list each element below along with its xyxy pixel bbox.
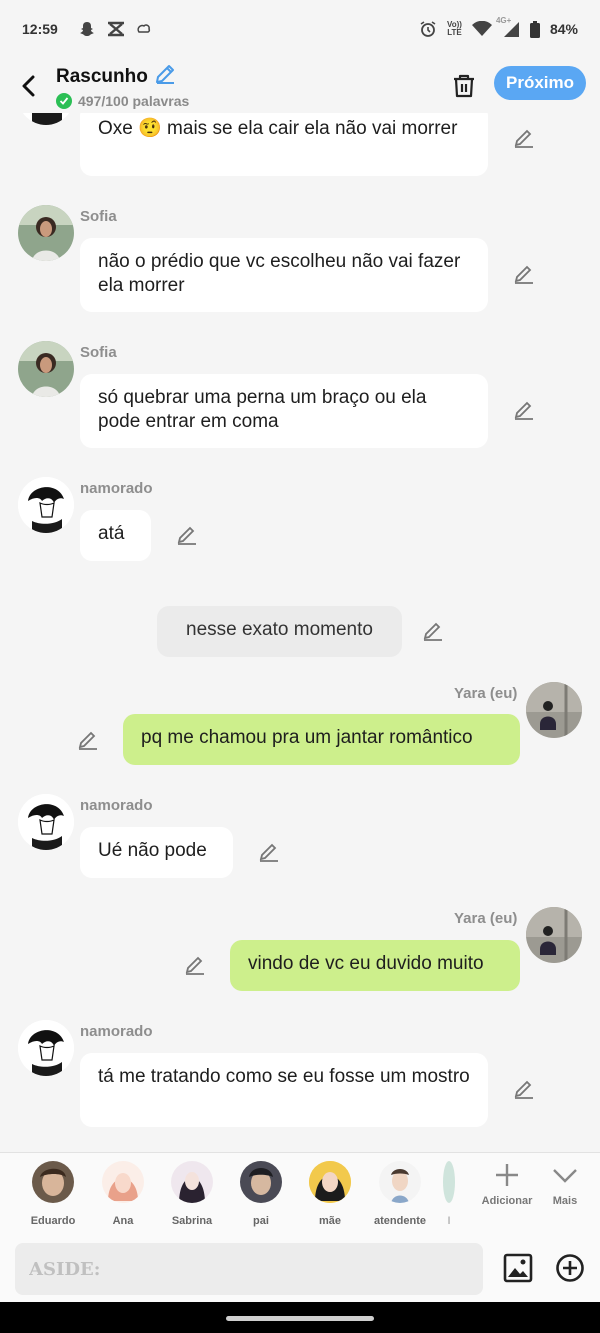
avatar-namorado[interactable] <box>18 794 74 850</box>
character-sabrina[interactable]: Sabrina <box>160 1161 224 1227</box>
next-button[interactable]: Próximo <box>494 66 586 100</box>
word-count: 497/100 palavras <box>78 92 190 109</box>
character-bar: Eduardo Ana Sabrina pai mãe atendente I … <box>0 1152 600 1234</box>
top-bar: Rascunho 497/100 palavras Próximo <box>0 58 600 113</box>
add-button[interactable] <box>554 1252 586 1284</box>
status-time: 12:59 <box>22 21 58 37</box>
avatar <box>443 1161 455 1203</box>
status-bar: 12:59 Vo)) LTE 4G+ 84% <box>0 0 600 58</box>
edit-message-button[interactable] <box>176 524 198 546</box>
character-eduardo[interactable]: Eduardo <box>21 1161 85 1227</box>
wifi-icon <box>471 21 492 37</box>
avatar <box>309 1161 351 1203</box>
character-partial[interactable]: I <box>437 1161 461 1227</box>
edit-message-button[interactable] <box>422 620 444 642</box>
battery-level: 84% <box>549 21 578 37</box>
add-character-button[interactable]: Adicionar <box>477 1161 537 1207</box>
avatar <box>240 1161 282 1203</box>
edit-message-button[interactable] <box>513 263 535 285</box>
sender-name: Yara (eu) <box>454 685 518 702</box>
avatar-yara[interactable] <box>526 907 582 963</box>
sender-name: Yara (eu) <box>454 910 518 927</box>
edit-message-button[interactable] <box>77 729 99 751</box>
message-bubble[interactable]: não o prédio que vc escolheu não vai faz… <box>80 238 488 312</box>
user-message-bubble[interactable]: vindo de vc eu duvido muito <box>230 940 520 991</box>
edit-message-button[interactable] <box>513 1078 535 1100</box>
avatar <box>32 1161 74 1203</box>
image-icon <box>503 1253 533 1283</box>
edit-message-button[interactable] <box>184 954 206 976</box>
pencil-icon <box>177 526 196 545</box>
battery-icon <box>529 20 540 38</box>
trash-icon <box>454 74 474 98</box>
message-bubble[interactable]: atá <box>80 510 151 561</box>
edit-title-button[interactable] <box>154 63 176 91</box>
pencil-icon <box>514 265 533 284</box>
pencil-icon <box>514 401 533 420</box>
sender-name: Sofia <box>80 208 117 225</box>
avatar <box>102 1161 144 1203</box>
avatar-namorado[interactable] <box>18 1020 74 1076</box>
check-icon <box>56 92 72 109</box>
character-atendente[interactable]: atendente <box>368 1161 432 1227</box>
pencil-icon <box>155 64 174 84</box>
image-button[interactable] <box>502 1252 534 1284</box>
capcut-icon <box>106 21 126 37</box>
system-nav-bar <box>0 1302 600 1333</box>
message-bubble[interactable]: Ué não pode <box>80 827 233 878</box>
character-pai[interactable]: pai <box>229 1161 293 1227</box>
edit-message-button[interactable] <box>513 399 535 421</box>
pencil-icon <box>423 622 442 641</box>
alarm-icon <box>419 20 437 38</box>
snapchat-icon <box>78 20 96 38</box>
aside-input[interactable] <box>15 1243 483 1295</box>
message-bubble[interactable]: só quebrar uma perna um braço ou ela pod… <box>80 374 488 448</box>
character-ana[interactable]: Ana <box>91 1161 155 1227</box>
sender-name: namorado <box>80 1023 153 1040</box>
avatar <box>171 1161 213 1203</box>
page-title: Rascunho <box>56 65 148 87</box>
delete-button[interactable] <box>448 70 480 102</box>
avatar <box>379 1161 421 1203</box>
pencil-icon <box>259 843 278 862</box>
volte-icon: Vo)) LTE <box>447 20 462 37</box>
sender-name: Sofia <box>80 344 117 361</box>
back-button[interactable] <box>0 58 56 113</box>
more-button[interactable]: Mais <box>535 1161 595 1207</box>
sender-name: namorado <box>80 797 153 814</box>
signal-icon: 4G+ <box>496 17 520 37</box>
home-indicator[interactable] <box>226 1316 374 1321</box>
pencil-icon <box>185 956 204 975</box>
pencil-icon <box>78 731 97 750</box>
sync-icon <box>136 22 152 36</box>
pencil-icon <box>514 1080 533 1099</box>
avatar-namorado[interactable] <box>18 477 74 533</box>
user-message-bubble[interactable]: pq me chamou pra um jantar romântico <box>123 714 520 765</box>
edit-message-button[interactable] <box>513 127 535 149</box>
avatar-sofia[interactable] <box>18 341 74 397</box>
avatar-yara[interactable] <box>526 682 582 738</box>
chevron-down-icon <box>553 1169 577 1183</box>
plus-icon <box>496 1164 518 1186</box>
input-bar <box>0 1234 600 1302</box>
narration-bubble[interactable]: nesse exato momento <box>157 606 402 657</box>
avatar-sofia[interactable] <box>18 205 74 261</box>
plus-circle-icon <box>556 1254 584 1282</box>
back-arrow-icon <box>22 75 35 96</box>
character-mae[interactable]: mãe <box>298 1161 362 1227</box>
message-bubble[interactable]: Oxe 🤨 mais se ela cair ela não vai morre… <box>80 104 488 176</box>
edit-message-button[interactable] <box>258 841 280 863</box>
pencil-icon <box>514 129 533 148</box>
message-bubble[interactable]: tá me tratando como se eu fosse um mostr… <box>80 1053 488 1127</box>
sender-name: namorado <box>80 480 153 497</box>
